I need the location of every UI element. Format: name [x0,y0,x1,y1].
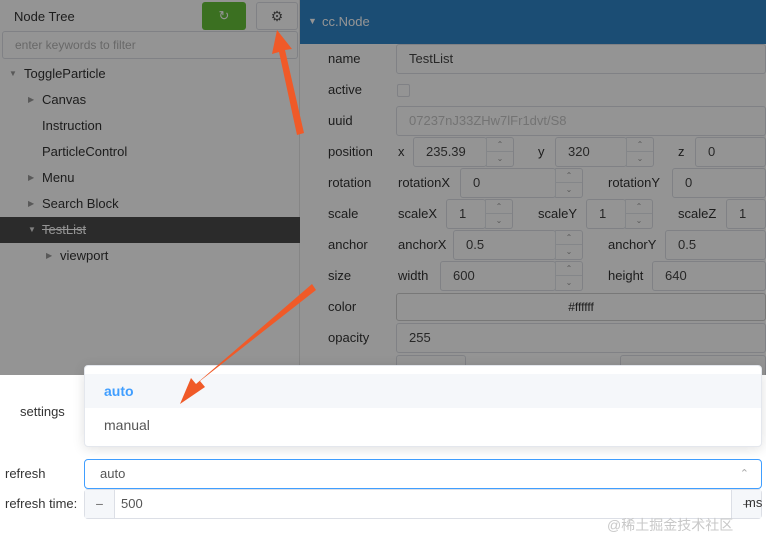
refresh-select-value: auto [100,466,126,481]
app-window: Node Tree ↻ ⚙ enter keywords to filter ▼… [0,0,766,551]
watermark: @稀土掘金技术社区 [607,517,734,533]
dropdown-option-manual[interactable]: manual [85,408,761,442]
refresh-time-value[interactable]: 500 [121,490,143,518]
chevron-up-icon[interactable]: ⌃ [740,460,749,488]
minus-button[interactable]: − [85,490,115,518]
modal-overlay[interactable] [0,0,766,375]
refresh-dropdown: auto manual [84,365,762,447]
refresh-label: refresh [5,466,46,481]
refresh-select[interactable]: auto ⌃ [84,459,762,489]
refresh-time-label: refresh time: [5,496,78,511]
settings-title: settings [20,404,65,419]
refresh-time-unit: ms [745,495,763,510]
dropdown-option-auto[interactable]: auto [85,374,761,408]
